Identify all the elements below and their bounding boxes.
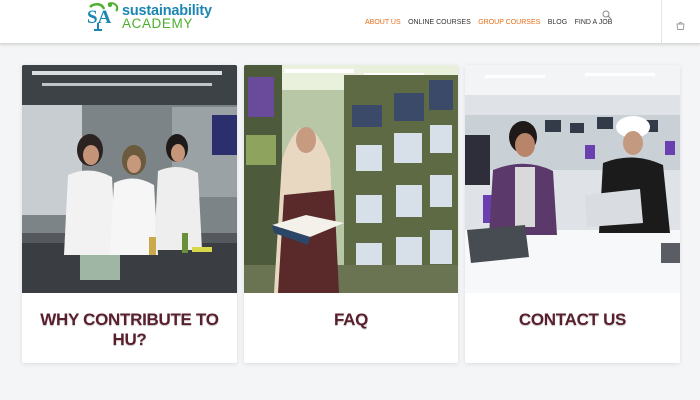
search-icon[interactable] [602, 10, 612, 20]
card-contact-us[interactable]: CONTACT US [465, 65, 680, 363]
main-nav: ABOUT US ONLINE COURSES GROUP COURSES BL… [365, 11, 615, 26]
cart-icon[interactable] [676, 21, 685, 30]
library-student-image [244, 65, 458, 293]
site-logo[interactable]: SA sustainability ACADEMY [84, 0, 224, 32]
site-header: SA sustainability ACADEMY ABOUT US ONLIN… [0, 0, 700, 44]
students-laptops-image [465, 65, 680, 293]
card-title: FAQ [333, 310, 369, 329]
card-faq[interactable]: FAQ [244, 65, 458, 363]
lab-students-image [22, 65, 237, 293]
nav-find-a-job[interactable]: FIND A JOB [575, 19, 613, 26]
card-why-contribute[interactable]: WHY CONTRIBUTE TO HU? [22, 65, 237, 363]
header-divider [661, 0, 662, 43]
nav-group-courses[interactable]: GROUP COURSES [478, 19, 540, 26]
nav-about-us[interactable]: ABOUT US [365, 19, 401, 26]
logo-text-line2: ACADEMY [122, 16, 193, 31]
logo-mark-text: SA [87, 7, 112, 28]
card-title: WHY CONTRIBUTE TO HU? [40, 310, 219, 349]
nav-blog[interactable]: BLOG [548, 19, 567, 26]
logo-mark-icon: SA [87, 2, 119, 31]
nav-online-courses[interactable]: ONLINE COURSES [408, 19, 471, 26]
card-title: CONTACT US [518, 310, 627, 329]
